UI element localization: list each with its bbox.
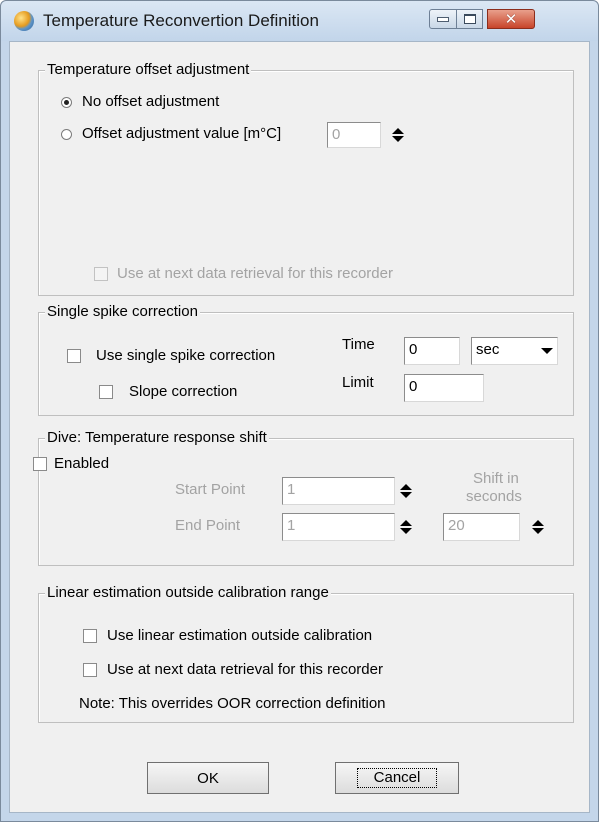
- close-icon: ✕: [504, 9, 518, 28]
- spin-up-icon: [400, 484, 412, 490]
- spike-group-title: Single spike correction: [45, 302, 200, 322]
- minimize-button[interactable]: [429, 9, 457, 29]
- dialog-window: Temperature Reconvertion Definition ✕ Te…: [0, 0, 599, 822]
- spin-up-icon: [400, 520, 412, 526]
- offset-value-radio[interactable]: [61, 129, 72, 140]
- offset-value-spinner[interactable]: [389, 122, 407, 148]
- dialog-client-area: Temperature offset adjustment No offset …: [9, 41, 590, 813]
- dive-groupbox: Dive: Temperature response shift Enabled…: [33, 428, 574, 566]
- ok-button[interactable]: OK: [147, 762, 269, 794]
- spin-up-icon: [532, 520, 544, 526]
- spike-use-label: Use single spike correction: [96, 347, 276, 364]
- end-point-spinner[interactable]: [397, 514, 415, 540]
- dive-group-title: Dive: Temperature response shift: [45, 428, 269, 448]
- no-offset-radio[interactable]: [61, 97, 72, 108]
- chevron-down-icon[interactable]: [538, 338, 556, 364]
- slope-correction-checkbox[interactable]: [99, 385, 113, 399]
- offset-value-input[interactable]: 0: [327, 122, 381, 148]
- window-title: Temperature Reconvertion Definition: [43, 11, 319, 30]
- start-point-label: Start Point: [175, 481, 246, 498]
- time-unit-value: sec: [476, 341, 500, 358]
- minimize-icon: [437, 16, 449, 22]
- app-globe-icon[interactable]: [14, 11, 34, 31]
- shift-label-line1: Shift in: [473, 470, 519, 487]
- end-point-label: End Point: [175, 517, 241, 534]
- limit-input[interactable]: 0: [404, 374, 484, 402]
- spike-groupbox: Single spike correction Use single spike…: [38, 302, 574, 416]
- spin-down-icon: [400, 528, 412, 534]
- linear-next-label: Use at next data retrieval for this reco…: [107, 661, 383, 678]
- start-point-input[interactable]: 1: [282, 477, 395, 505]
- time-label: Time: [342, 336, 375, 353]
- limit-label: Limit: [342, 374, 374, 391]
- dive-enabled-checkbox[interactable]: [33, 457, 47, 471]
- ok-button-label: OK: [197, 769, 219, 787]
- offset-value-label: Offset adjustment value [m°C]: [82, 125, 282, 142]
- shift-seconds-spinner[interactable]: [529, 514, 547, 540]
- linear-note: Note: This overrides OOR correction defi…: [79, 695, 386, 712]
- end-point-input[interactable]: 1: [282, 513, 395, 541]
- offset-groupbox: Temperature offset adjustment No offset …: [38, 60, 574, 296]
- no-offset-label: No offset adjustment: [82, 93, 220, 110]
- linear-use-checkbox[interactable]: [83, 629, 97, 643]
- spike-use-checkbox[interactable]: [67, 349, 81, 363]
- linear-next-checkbox[interactable]: [83, 663, 97, 677]
- cancel-button[interactable]: Cancel: [335, 762, 459, 794]
- dive-enabled-label: Enabled: [54, 455, 110, 472]
- maximize-icon: [463, 14, 476, 24]
- offset-use-next-checkbox[interactable]: [94, 267, 108, 281]
- spin-down-icon: [392, 136, 404, 142]
- offset-group-title: Temperature offset adjustment: [45, 60, 252, 80]
- shift-seconds-input[interactable]: 20: [443, 513, 520, 541]
- start-point-spinner[interactable]: [397, 478, 415, 504]
- close-button[interactable]: ✕: [487, 9, 535, 29]
- linear-use-label: Use linear estimation outside calibratio…: [107, 627, 373, 644]
- shift-label-line2: seconds: [466, 488, 522, 505]
- offset-use-next-label: Use at next data retrieval for this reco…: [117, 265, 393, 282]
- slope-correction-label: Slope correction: [129, 383, 238, 400]
- spin-up-icon: [392, 128, 404, 134]
- linear-groupbox: Linear estimation outside calibration ra…: [38, 583, 574, 723]
- spin-down-icon: [400, 492, 412, 498]
- maximize-button[interactable]: [456, 9, 483, 29]
- title-bar[interactable]: Temperature Reconvertion Definition ✕: [1, 1, 598, 41]
- linear-group-title: Linear estimation outside calibration ra…: [45, 583, 331, 603]
- cancel-button-label: Cancel: [356, 768, 438, 788]
- spin-down-icon: [532, 528, 544, 534]
- time-input[interactable]: 0: [404, 337, 460, 365]
